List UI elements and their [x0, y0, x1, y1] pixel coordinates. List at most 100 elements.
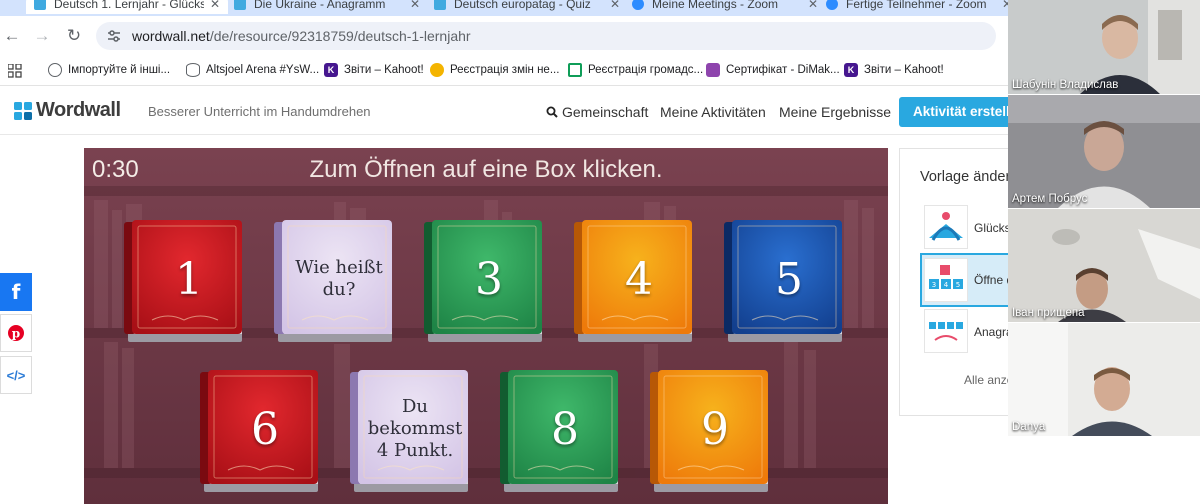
tab-anagramm[interactable]: Die Ukraine - Anagramm ✕ [234, 0, 420, 14]
game-instruction: Zum Öffnen auf eine Box klicken. [309, 156, 663, 183]
box-8[interactable]: 8 [500, 370, 620, 494]
box-number: 1 [175, 253, 203, 305]
box-number: 4 [625, 253, 653, 305]
close-tab-icon[interactable]: ✕ [210, 0, 220, 11]
tab-quiz[interactable]: Deutsch europatag - Quiz ✕ [434, 0, 620, 14]
template-item-wheel[interactable]: Glücksrad [924, 205, 1028, 251]
url-path: /de/resource/92318759/deutsch-1-lernjahr [209, 28, 471, 44]
nav-community[interactable]: Gemeinschaft [546, 104, 648, 120]
svg-text:p: p [12, 327, 20, 341]
bookmark-label: Імпортуйте й інші... [68, 64, 171, 76]
back-arrow-icon[interactable]: ← [2, 26, 22, 46]
box-6[interactable]: 6 [200, 370, 320, 494]
tab-zoom-meetings[interactable]: Meine Meetings - Zoom ✕ [632, 0, 818, 14]
create-activity-button[interactable]: Aktivität erstellen [899, 97, 1019, 127]
box-number: 5 [775, 253, 803, 305]
bookmark-registration-2[interactable]: Реєстрація громадс... [568, 63, 703, 77]
search-icon [546, 106, 558, 118]
bookmark-certificate[interactable]: Сертифікат - DiMak... [706, 63, 840, 77]
doc-icon [568, 63, 582, 77]
wheel-thumbnail-icon [924, 205, 968, 249]
address-bar[interactable]: wordwall.net/de/resource/92318759/deutsc… [96, 22, 996, 50]
bookmark-import[interactable]: Імпортуйте й інші... [48, 63, 170, 77]
bookmark-registration-1[interactable]: Реєстрація змін не... [430, 63, 559, 77]
embed-share-button[interactable]: </> [0, 356, 32, 394]
box-revealed-text: Du bekommst 4 Punkt. [367, 396, 463, 461]
participant-name: Іван прищепа [1012, 307, 1085, 319]
kahoot-icon: K [844, 63, 858, 77]
pinterest-share-button[interactable]: p [0, 314, 32, 352]
nav-community-label: Gemeinschaft [562, 104, 649, 120]
video-tile-participant-2[interactable]: Артем Побрус [1008, 95, 1200, 208]
box-3[interactable]: 3 [424, 220, 544, 344]
wordwall-logo[interactable]: Wordwall [36, 99, 121, 122]
box-number: 9 [701, 403, 729, 455]
tab-title: Die Ukraine - Anagramm [254, 0, 386, 11]
browser-toolbar: ← → ↻ wordwall.net/de/resource/92318759/… [0, 16, 1008, 56]
pinterest-icon: p [8, 325, 24, 341]
tab-title: Fertige Teilnehmer - Zoom [846, 0, 987, 11]
url-host: wordwall.net [132, 28, 210, 44]
box-2[interactable]: Wie heißt du? [274, 220, 394, 344]
participant-video [1008, 209, 1200, 322]
svg-text:4: 4 [944, 281, 949, 289]
box-4[interactable]: 4 [574, 220, 694, 344]
template-item-open-box[interactable]: 3 4 5 Öffne die Box [920, 253, 1047, 307]
tab-wordwall-gluecksrad[interactable]: Deutsch 1. Lernjahr - Glücks ✕ [26, 0, 229, 14]
participant-name: Артем Побрус [1012, 193, 1088, 205]
box-number: 6 [251, 403, 279, 455]
stack-icon [186, 63, 200, 77]
template-item-anagram[interactable]: Anagramm [924, 309, 1033, 355]
participant-video [1008, 95, 1200, 208]
apps-grid-icon[interactable] [8, 64, 22, 78]
reload-icon[interactable]: ↻ [64, 26, 84, 46]
bookmark-kahoot-2[interactable]: K Звіти – Kahoot! [844, 63, 944, 77]
bookmark-altsjoel[interactable]: Altsjoel Arena #YsW... [186, 63, 319, 77]
wordwall-tagline: Besserer Unterricht im Handumdrehen [148, 104, 371, 119]
tab-zoom-participants[interactable]: Fertige Teilnehmer - Zoom ✕ [826, 0, 1008, 14]
box-5[interactable]: 5 [724, 220, 844, 344]
nav-my-activities[interactable]: Meine Aktivitäten [660, 104, 766, 120]
close-tab-icon[interactable]: ✕ [410, 0, 420, 11]
video-tile-participant-1[interactable]: Шабунін Владислав [1008, 0, 1200, 94]
box-7[interactable]: Du bekommst 4 Punkt. [350, 370, 470, 494]
close-tab-icon[interactable]: ✕ [610, 0, 620, 11]
facebook-share-button[interactable]: f [0, 273, 32, 311]
nav-my-results[interactable]: Meine Ergebnisse [779, 104, 891, 120]
globe-icon [48, 63, 62, 77]
video-tile-participant-4[interactable]: Danya [1008, 323, 1200, 436]
svg-text:5: 5 [956, 281, 960, 289]
close-tab-icon[interactable]: ✕ [808, 0, 818, 11]
participant-video [1008, 323, 1200, 436]
participant-name: Danya [1012, 421, 1046, 433]
bookmark-label: Altsjoel Arena #YsW... [206, 64, 320, 76]
cert-icon [706, 63, 720, 77]
tab-title: Meine Meetings - Zoom [652, 0, 779, 11]
box-number: 3 [475, 253, 503, 305]
wordwall-header: Wordwall Besserer Unterricht im Handumdr… [0, 87, 1019, 135]
anagram-thumbnail-icon [924, 309, 968, 353]
kahoot-icon: K [324, 63, 338, 77]
bookmark-label: Реєстрація громадс... [588, 64, 704, 76]
box-1[interactable]: 1 [124, 220, 244, 344]
tab-title: Deutsch 1. Lernjahr - Glücks [54, 0, 204, 11]
video-tile-participant-3[interactable]: Іван прищепа [1008, 209, 1200, 322]
forward-arrow-icon[interactable]: → [32, 26, 52, 46]
facebook-icon: f [11, 280, 21, 304]
wordwall-logo-icon[interactable] [14, 102, 32, 120]
box-number: 8 [551, 403, 579, 455]
bookmark-kahoot-1[interactable]: K Звіти – Kahoot! [324, 63, 424, 77]
site-settings-icon[interactable] [106, 28, 122, 44]
open-box-thumbnail-icon: 3 4 5 [924, 258, 968, 302]
bulb-icon [430, 63, 444, 77]
zoom-favicon-icon [826, 0, 838, 10]
bookmark-label: Сертифікат - DiMak... [726, 64, 840, 76]
box-9[interactable]: 9 [650, 370, 770, 494]
participant-name: Шабунін Владислав [1012, 79, 1119, 91]
tab-title: Deutsch europatag - Quiz [454, 0, 591, 11]
bookmark-label: Звіти – Kahoot! [344, 64, 424, 76]
template-panel-title: Vorlage ändern [920, 169, 1019, 185]
screen: Deutsch 1. Lernjahr - Glücks ✕ Die Ukrai… [0, 0, 1200, 504]
wordwall-favicon-icon [434, 0, 446, 10]
game-area: 0:30 Zum Öffnen auf eine Box klicken. 1W… [84, 148, 888, 504]
